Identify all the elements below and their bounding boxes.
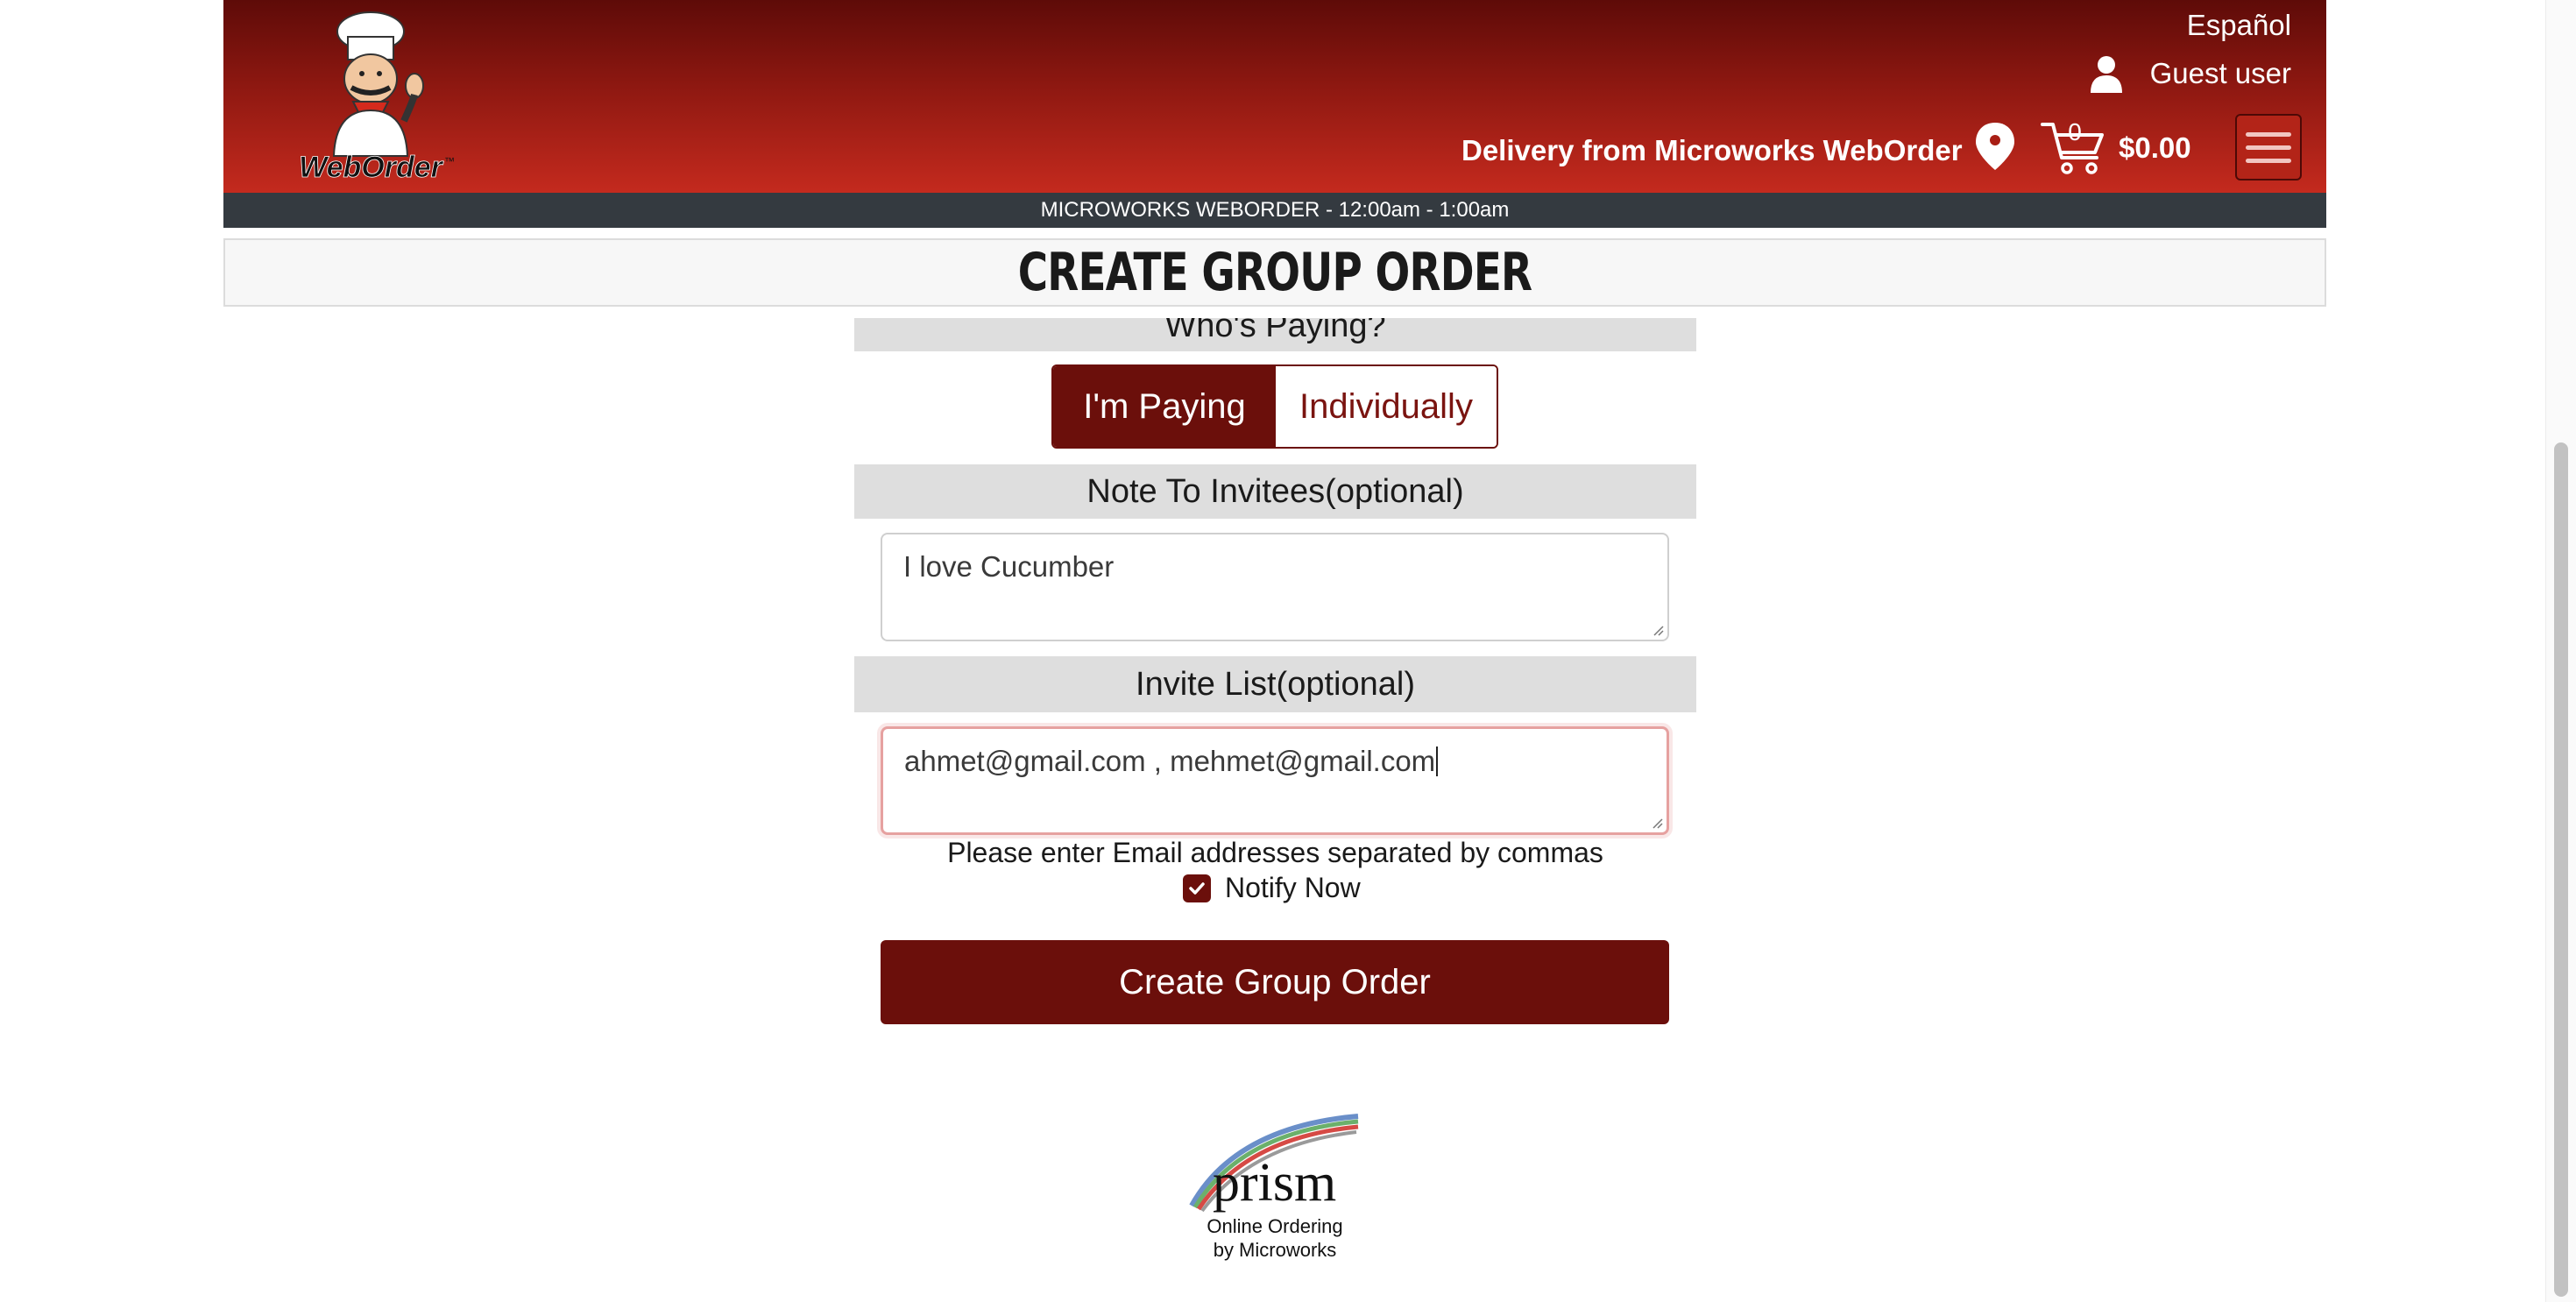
page-title: Create Group Order (1017, 242, 1532, 303)
create-group-order-button[interactable]: Create Group Order (881, 940, 1669, 1024)
im-paying-button[interactable]: I'm Paying (1053, 366, 1276, 447)
user-icon (2090, 56, 2122, 93)
notify-now-checkbox[interactable] (1183, 874, 1211, 902)
invite-list-value: ahmet@gmail.com , mehmet@gmail.com (904, 745, 1436, 777)
note-value: I love Cucumber (903, 550, 1115, 583)
invite-helper-text: Please enter Email addresses separated b… (947, 837, 1603, 868)
whos-paying-heading: Who's Paying? (854, 318, 1696, 351)
footer-credit: Online Ordering by Microworks (1139, 1214, 1411, 1262)
text-caret (1436, 747, 1439, 776)
map-pin-icon[interactable] (1972, 121, 2018, 172)
page-title-bar: Create Group Order (223, 238, 2326, 307)
language-link[interactable]: Español (2187, 9, 2291, 42)
cart-total[interactable]: $0.00 (2119, 131, 2191, 165)
notify-now-label: Notify Now (1225, 872, 1361, 903)
payment-toggle: I'm Paying Individually (1051, 364, 1498, 449)
site-header: WebOrder ™ Español Guest user Delivery f… (223, 0, 2326, 193)
notify-now-option[interactable]: Notify Now (1183, 872, 1361, 904)
footer-line-2: by Microworks (1213, 1239, 1337, 1261)
svg-text:™: ™ (444, 155, 455, 167)
checkmark-icon (1189, 881, 1205, 895)
hamburger-icon-bar (2246, 145, 2291, 150)
invite-list-heading: Invite List(optional) (854, 656, 1696, 712)
prism-logo-wordmark: prism (1213, 1153, 1336, 1213)
hamburger-icon-bar (2246, 158, 2291, 163)
footer-line-1: Online Ordering (1207, 1215, 1343, 1237)
store-hours-bar: MICROWORKS WEBORDER - 12:00am - 1:00am (223, 193, 2326, 228)
prism-logo[interactable]: prism (1183, 1109, 1362, 1213)
cart-count: 0 (2068, 118, 2082, 145)
invite-list-textarea[interactable]: ahmet@gmail.com , mehmet@gmail.com (881, 726, 1669, 835)
weborder-logo[interactable]: WebOrder ™ (283, 7, 458, 186)
user-name: Guest user (2149, 57, 2291, 89)
hamburger-menu-button[interactable] (2235, 114, 2302, 180)
user-account[interactable]: Guest user (2089, 54, 2291, 93)
individually-button[interactable]: Individually (1276, 366, 1497, 447)
hamburger-icon-bar (2246, 131, 2291, 137)
resize-handle-icon[interactable] (1649, 815, 1663, 829)
note-heading: Note To Invitees(optional) (854, 464, 1696, 519)
scrollbar-thumb[interactable] (2554, 442, 2568, 1297)
note-textarea[interactable]: I love Cucumber (881, 533, 1669, 641)
weborder-logo-wordmark: WebOrder (299, 151, 444, 184)
resize-handle-icon[interactable] (1650, 622, 1664, 636)
delivery-location-text[interactable]: Delivery from Microworks WebOrder (1461, 134, 1963, 167)
page: WebOrder ™ Español Guest user Delivery f… (0, 0, 2576, 1302)
